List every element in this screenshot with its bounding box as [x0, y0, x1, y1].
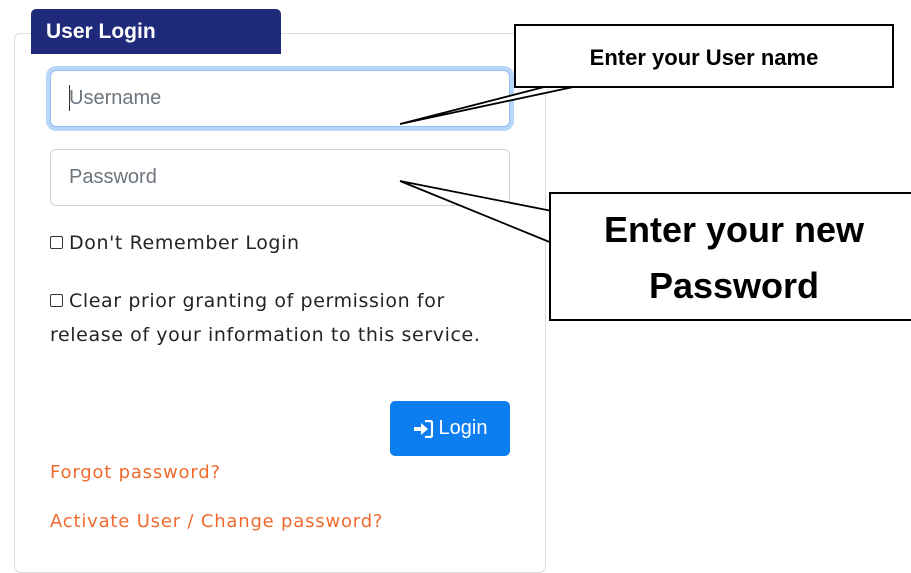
password-callout-line2: Password [648, 265, 820, 306]
username-callout-text: Enter your User name [589, 45, 819, 70]
password-callout-line1: Enter your new [603, 209, 865, 250]
callout-1-pointer [399, 85, 579, 125]
password-callout: Enter your new Password [549, 192, 911, 321]
callout-2-pointer [399, 180, 553, 244]
username-callout: Enter your User name [514, 24, 894, 88]
